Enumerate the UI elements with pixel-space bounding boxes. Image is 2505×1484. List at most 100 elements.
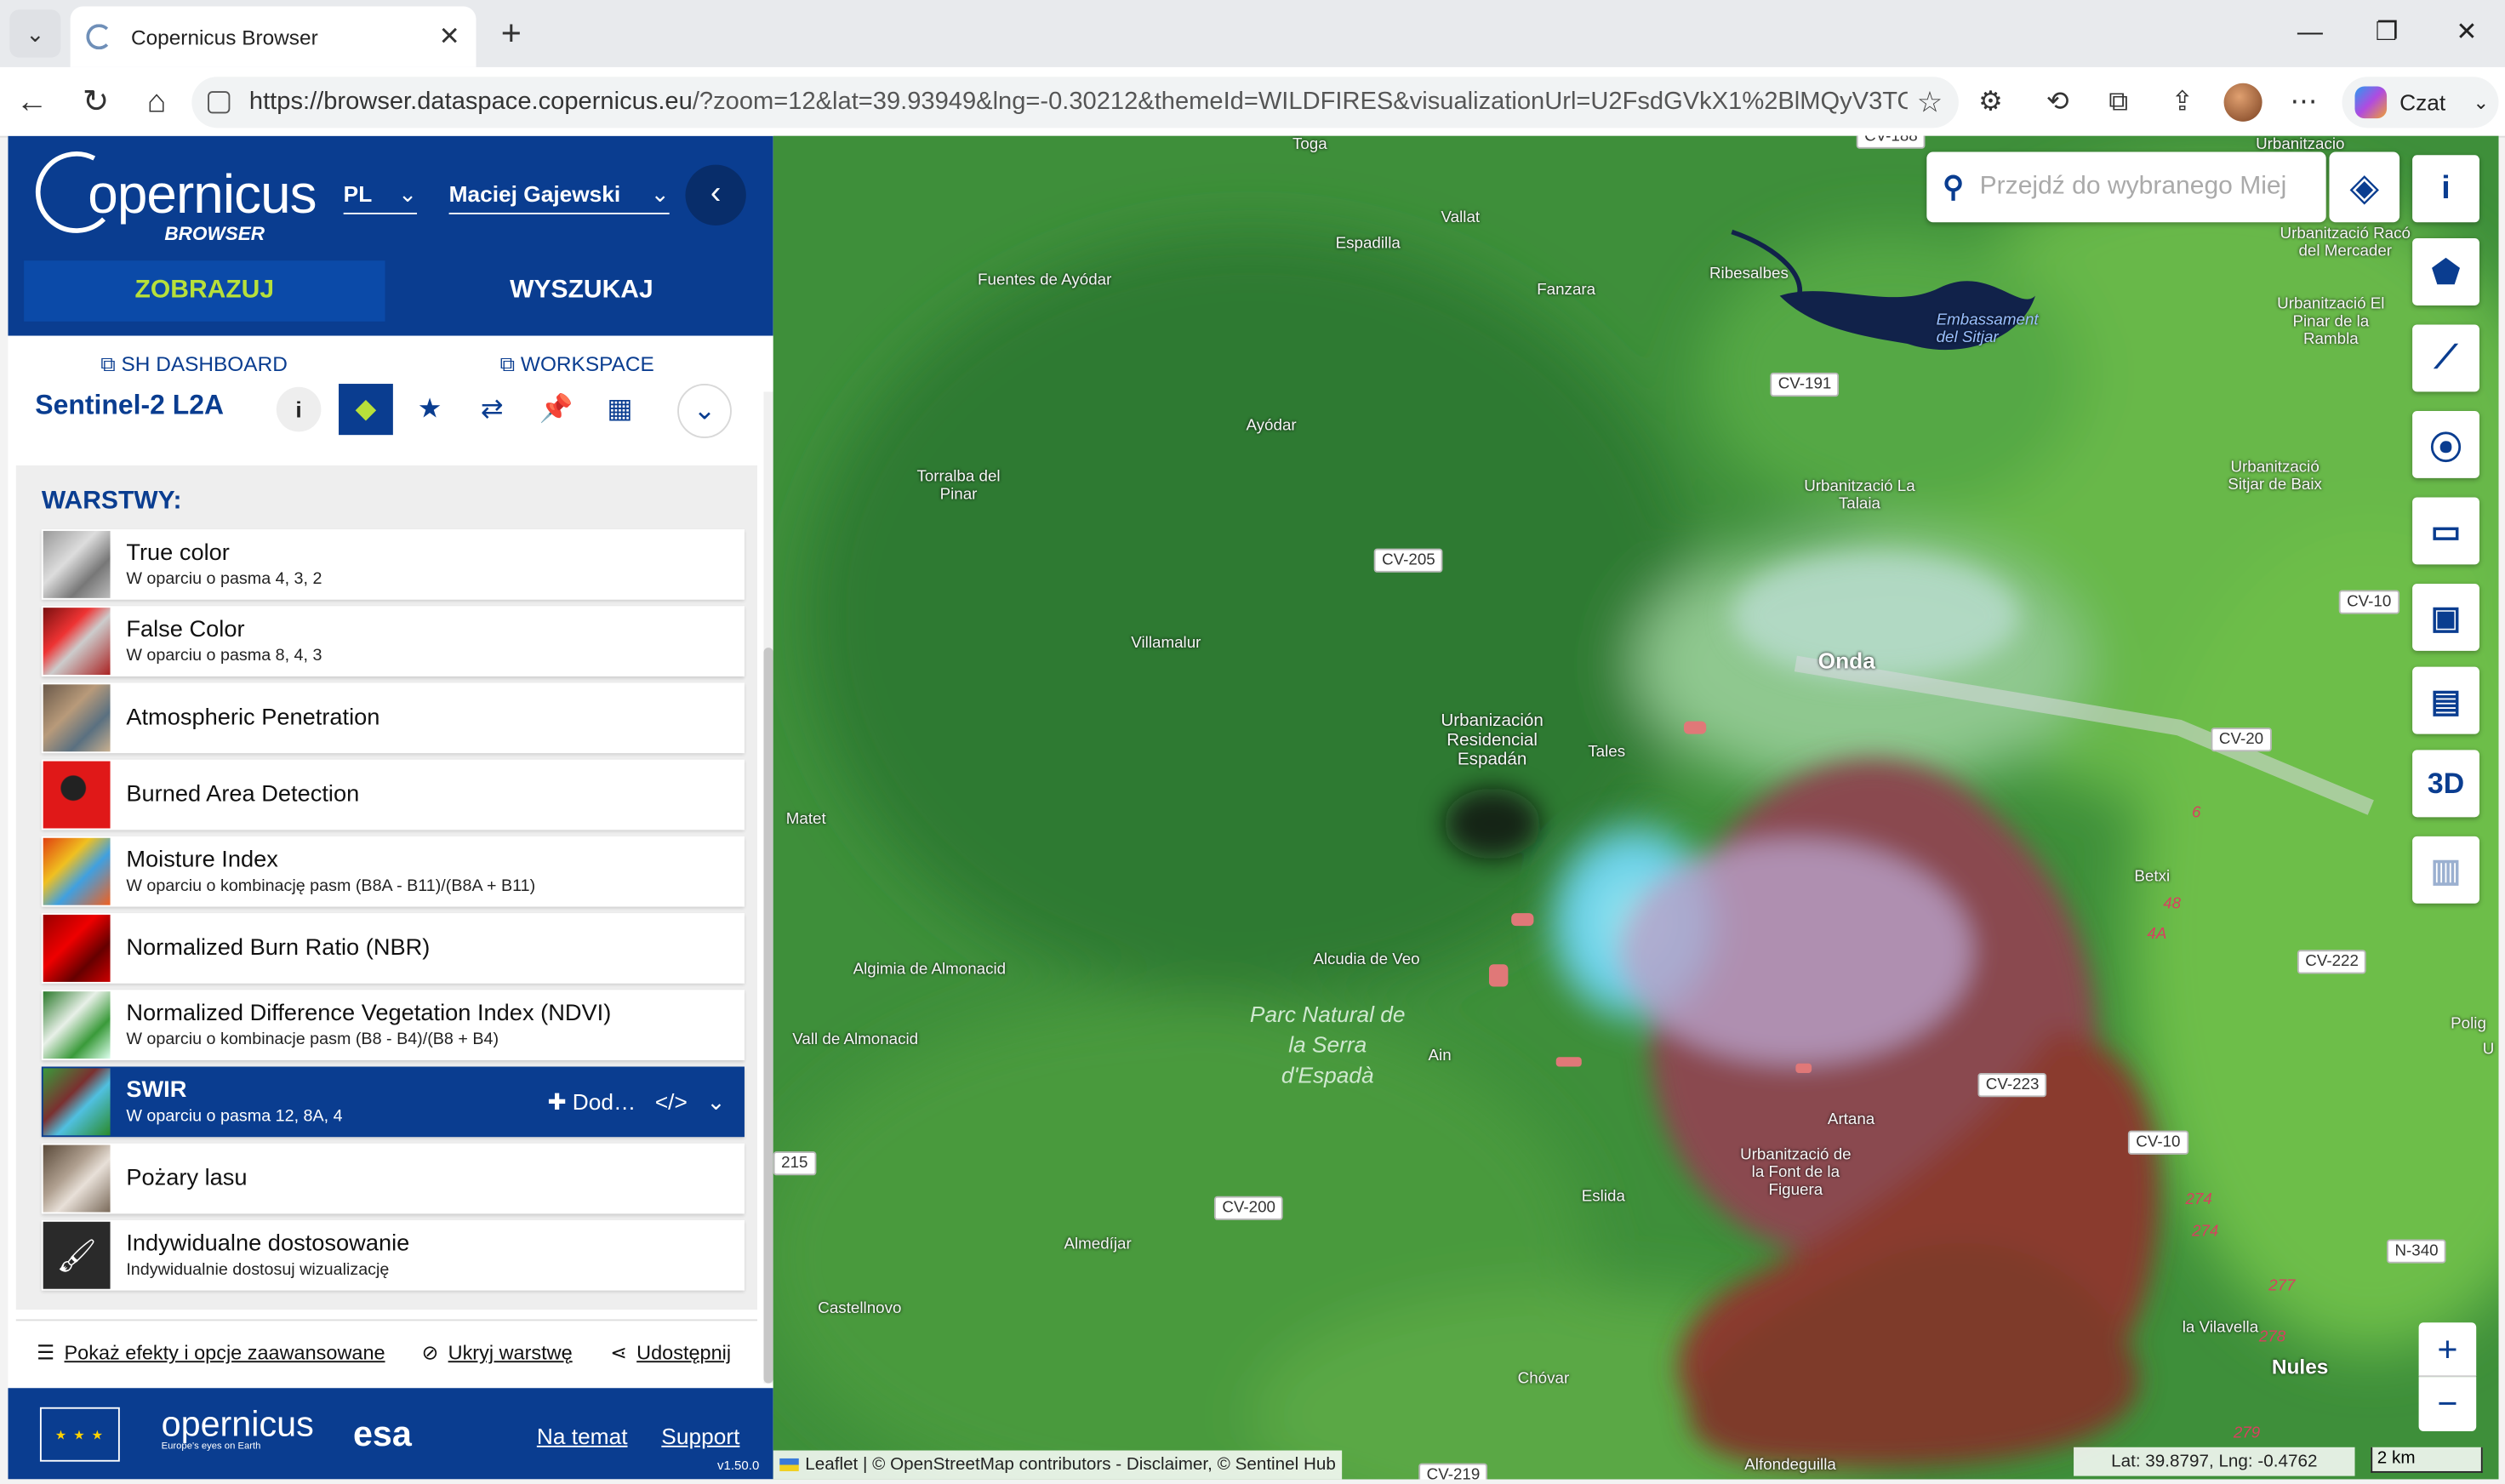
layer-nbr[interactable]: Normalized Burn Ratio (NBR) [41,913,745,984]
road-label: CV-191 [1770,372,1840,397]
copernicus-footer-logo[interactable]: opernicus Europe's eyes on Earth [162,1404,314,1452]
lock-icon [208,91,231,114]
sliders-icon: ☰ [37,1341,55,1365]
language-select[interactable]: PL ⌄ [343,180,418,214]
extensions-icon[interactable]: ⚙ [1971,83,2010,122]
restore-button[interactable]: ❐ [2355,13,2419,54]
hide-layer-link[interactable]: ⊘ Ukryj warstwę [422,1340,573,1364]
info-icon[interactable]: i [2412,155,2479,223]
layer-false-color[interactable]: False Color W oparciu o pasma 8, 4, 3 [41,606,745,676]
external-link-icon: ⧉ [499,351,521,376]
place-label: Matet [785,810,826,829]
basemap-layers-button[interactable]: ◈ [2329,151,2400,223]
image-download-icon[interactable]: ▣ [2412,583,2479,651]
star-icon[interactable]: ★ [402,384,457,435]
ruler-icon[interactable]: ▭ [2412,497,2479,565]
layer-wildfires[interactable]: Pożary lasu [41,1143,745,1214]
polygon-icon[interactable]: ⬟ [2412,238,2479,305]
hide-label: Ukryj warstwę [448,1341,573,1365]
map-attribution: Leaflet | © OpenStreetMap contributors -… [773,1450,1343,1480]
layer-name: Normalized Difference Vegetation Index (… [126,1001,612,1027]
expand-icon[interactable]: ⌄ [706,1088,725,1116]
layer-desc: W oparciu o pasma 12, 8A, 4 [126,1106,343,1127]
pin-icon[interactable]: 📌 [528,384,583,435]
road-label: CV-205 [1373,548,1444,573]
compare-icon[interactable]: ⇄ [465,384,519,435]
layer-name: True color [126,540,230,567]
sidebar-links: ⧉ SH DASHBOARD ⧉ WORKSPACE [8,335,773,391]
copilot-button[interactable]: Czat ⌄ [2342,77,2499,128]
back-icon[interactable]: ← [9,80,54,125]
tab-search[interactable]: WYSZUKAJ [401,260,762,321]
pin-icon[interactable]: ⦿ [2412,410,2479,478]
close-tab-icon[interactable]: ✕ [439,20,460,53]
layer-desc: W oparciu o pasma 4, 3, 2 [126,569,322,589]
scrollbar-thumb[interactable] [763,648,773,1384]
esa-logo[interactable]: esa [353,1413,412,1455]
layer-thumbnail [43,530,111,598]
search-icon: ⚲ [1943,170,1964,203]
new-tab-button[interactable]: + [489,13,534,54]
layer-burned-area[interactable]: Burned Area Detection [41,759,745,830]
map-view[interactable]: Toga Vallat Espadilla Fuentes de Ayódar … [773,135,2499,1480]
code-icon[interactable]: </> [655,1089,688,1115]
tab-list-icon[interactable]: ⌄ [9,9,61,58]
url-bar[interactable]: https://browser.dataspace.copernicus.eu/… [191,77,1959,128]
layer-custom[interactable]: 🖌 Indywidualne dostosowanie Indywidualnie… [41,1219,745,1291]
layers-icon[interactable]: ◆ [339,384,393,436]
reload-icon[interactable]: ↻ [73,80,118,125]
place-label: Ayódar [1246,417,1297,436]
layer-moisture-index[interactable]: Moisture Index W oparciu o kombinację pas… [41,836,745,907]
info-icon[interactable]: i [276,386,322,432]
place-label-onda: Onda [1817,648,1875,674]
map-scale: 2 km [2371,1447,2483,1473]
layer-swir-selected[interactable]: SWIR W oparciu o pasma 12, 8A, 4 ✚ Dod… <… [41,1066,745,1138]
place-label: Artana [1827,1111,1875,1129]
browser-tab[interactable]: Copernicus Browser ✕ [70,6,476,67]
copilot-label: Czat [2399,89,2446,116]
support-link[interactable]: Support [661,1424,739,1449]
version-label: v1.50.0 [717,1458,760,1473]
share-icon[interactable]: ⇪ [2163,83,2201,122]
screenshot-icon[interactable]: ⧉ [2099,83,2137,122]
effects-link[interactable]: ☰ Pokaż efekty i opcje zaawansowane [37,1340,385,1364]
location-search-input[interactable]: ⚲ Przejdź do wybranego Miej [1926,151,2326,223]
browser-toolbar: ← ↻ ⌂ https://browser.dataspace.copernic… [0,66,2505,138]
line-icon[interactable]: ⟋ [2412,324,2479,392]
layer-atmospheric-penetration[interactable]: Atmospheric Penetration [41,682,745,754]
add-button[interactable]: ✚ Dod… [547,1088,636,1116]
film-icon[interactable]: ▤ [2412,666,2479,734]
brush-icon: 🖌 [43,1221,111,1289]
sh-dashboard-link[interactable]: ⧉ SH DASHBOARD [100,351,288,377]
workspace-link[interactable]: ⧉ WORKSPACE [500,351,654,377]
layer-true-color[interactable]: True color W oparciu o pasma 4, 3, 2 [41,529,745,600]
about-link[interactable]: Na temat [537,1424,628,1449]
3d-button[interactable]: 3D [2412,750,2479,818]
sidebar-scrollbar[interactable] [763,391,773,1384]
home-icon[interactable]: ⌂ [134,80,180,125]
layer-name: Normalized Burn Ratio (NBR) [126,935,431,962]
share-link[interactable]: ⋖ Udostępnij [610,1340,731,1364]
tab-visualize[interactable]: ZOBRAZUJ [24,260,385,322]
road-number: 4A [2147,926,2167,944]
history-icon[interactable]: ⟲ [2039,83,2077,122]
zoom-in-button[interactable]: + [2418,1322,2477,1378]
profile-avatar[interactable] [2223,83,2262,122]
histogram-icon[interactable]: ▥ [2412,836,2479,904]
minimize-button[interactable]: — [2278,13,2342,54]
place-label: Urbanización Residencial Espadán [1441,711,1544,769]
more-menu-icon[interactable]: ⋯ [2285,83,2323,122]
zoom-out-button[interactable]: − [2418,1377,2477,1431]
favorite-star-icon[interactable]: ☆ [1917,86,1943,119]
user-menu[interactable]: Maciej Gajewski ⌄ [448,180,670,214]
collapse-sidebar-button[interactable]: ‹ [685,164,746,225]
chevron-down-icon[interactable]: ⌄ [677,384,732,438]
timelapse-icon[interactable]: ▦ [593,384,648,435]
language-value: PL [343,180,373,207]
place-label: la Vilavella [2182,1319,2259,1338]
layer-ndvi[interactable]: Normalized Difference Vegetation Index (… [41,990,745,1060]
road-number: 274 [2192,1223,2219,1241]
layer-thumbnail [43,914,111,982]
close-window-button[interactable]: ✕ [2434,13,2498,54]
layer-name: SWIR [126,1077,187,1104]
